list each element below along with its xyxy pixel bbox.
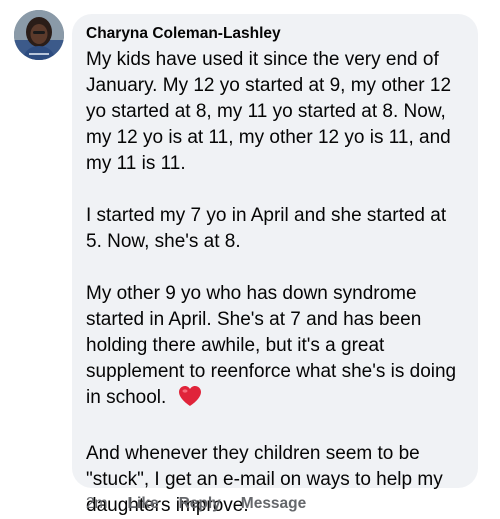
comment-timestamp[interactable]: 2m [86,495,108,513]
like-button[interactable]: Like [128,495,159,513]
comment-author[interactable]: Charyna Coleman-Lashley [86,24,464,44]
reply-button[interactable]: Reply [179,495,221,513]
comment-paragraph: My kids have used it since the very end … [86,49,452,174]
avatar[interactable] [14,10,64,60]
comment-paragraph: I started my 7 yo in April and she start… [86,205,447,252]
comment-paragraph-text: My other 9 yo who has down syndrome star… [86,283,457,408]
comment-bubble: Charyna Coleman-Lashley My kids have use… [72,14,478,516]
message-button[interactable]: Message [241,495,306,513]
comment-actions: 2m Like Reply Message [86,494,326,514]
heart-emoji-icon [178,385,202,415]
comment-paragraph: My other 9 yo who has down syndrome star… [86,281,464,415]
avatar-photo [14,10,64,60]
